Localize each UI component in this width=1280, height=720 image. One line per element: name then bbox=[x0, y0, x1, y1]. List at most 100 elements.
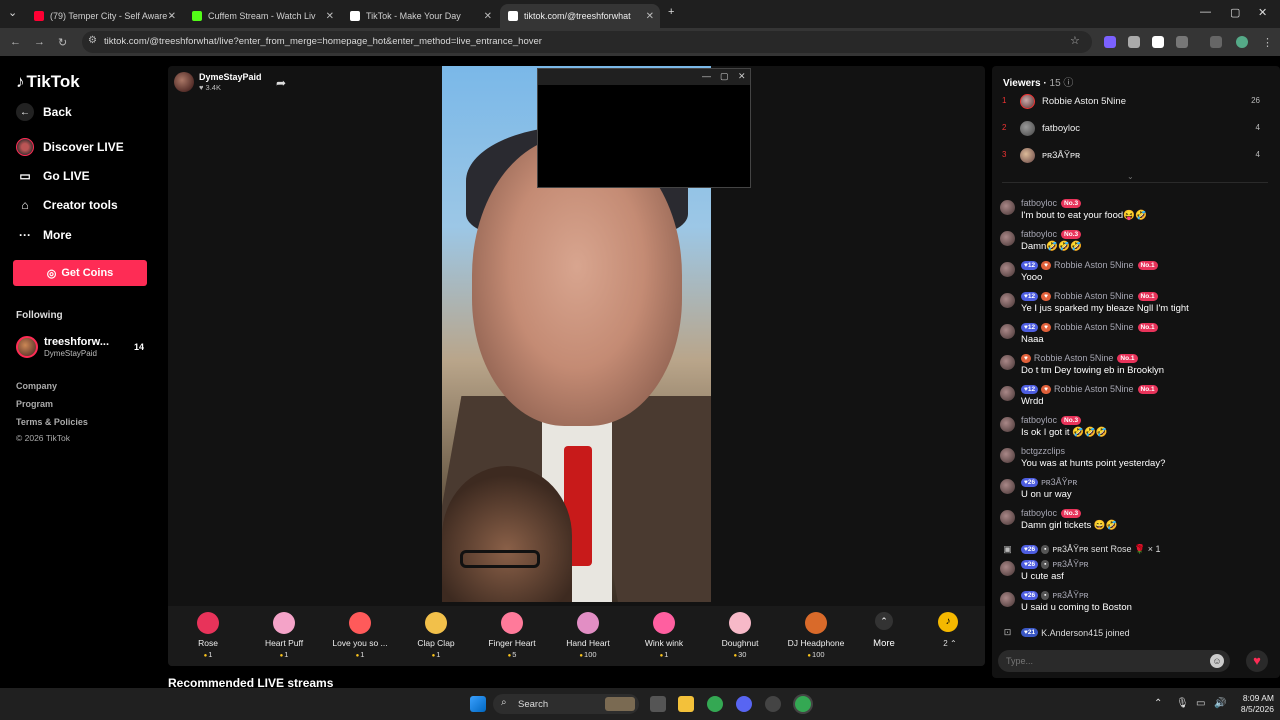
gift-heart-puff[interactable]: Heart Puff 1 bbox=[246, 612, 322, 664]
app-icon[interactable] bbox=[765, 696, 781, 712]
join-notification-text: K.Anderson415 joined bbox=[1041, 627, 1130, 638]
tab-title: TikTok - Make Your Day bbox=[366, 11, 461, 21]
tray-overflow-icon[interactable]: ⌃ bbox=[1154, 698, 1162, 709]
forward-arrow-icon[interactable]: → bbox=[34, 36, 45, 48]
browser-tab-4[interactable]: tiktok.com/@treeshforwhat ✕ bbox=[500, 4, 660, 28]
sidebar-item-go-live[interactable]: ▭ Go LIVE bbox=[16, 167, 89, 185]
chat-input-box[interactable]: ☺ bbox=[998, 650, 1230, 672]
more-gifts-button[interactable]: ⌃ More bbox=[868, 612, 900, 649]
rose-icon bbox=[197, 612, 219, 634]
tiktok-icon bbox=[508, 11, 518, 21]
viewer-row[interactable]: 2 fatboyloc 4 bbox=[1002, 120, 1268, 138]
puzzle-icon[interactable] bbox=[1176, 36, 1188, 48]
sidebar-item-discover-live[interactable]: Discover LIVE bbox=[16, 138, 124, 156]
taskbar-clock[interactable]: 8:09 AM 8/5/2026 bbox=[1228, 693, 1274, 715]
chat-message[interactable]: ♥12 ♥ Robbie Aston 5Nine No.1 Wrdd bbox=[1000, 384, 1270, 412]
close-window-icon[interactable]: ✕ bbox=[1258, 6, 1267, 19]
emoji-icon[interactable]: ☺ bbox=[1210, 654, 1224, 668]
close-tab-icon[interactable]: ✕ bbox=[484, 11, 492, 22]
taskbar-search[interactable]: ⌕ Search bbox=[493, 694, 639, 714]
sidebar-item-more[interactable]: ··· More bbox=[16, 226, 72, 244]
following-item[interactable]: treeshforw... DymeStayPaid 14 bbox=[16, 335, 150, 361]
info-icon[interactable]: ⓘ bbox=[1063, 78, 1073, 89]
share-icon[interactable]: ➦ bbox=[276, 76, 286, 90]
host-info[interactable]: DymeStayPaid ♥ 3.4K bbox=[174, 72, 262, 92]
browser-tab-3[interactable]: TikTok - Make Your Day ✕ bbox=[342, 4, 498, 28]
tab-search-icon[interactable]: ⌄ bbox=[8, 6, 17, 19]
viewer-score: 26 bbox=[1251, 96, 1260, 105]
bookmark-star-icon[interactable]: ☆ bbox=[1070, 34, 1080, 47]
media-icon[interactable] bbox=[1210, 36, 1222, 48]
chat-message[interactable]: fatboyloc No.3 I'm bout to eat your food😝🤣 bbox=[1000, 198, 1270, 226]
chat-input[interactable] bbox=[1006, 654, 1186, 668]
chat-message[interactable]: ♥12 ♥ Robbie Aston 5Nine No.1 Naaa bbox=[1000, 322, 1270, 350]
close-tab-icon[interactable]: ✕ bbox=[646, 11, 654, 22]
chat-message[interactable]: ♥26 ᴘʀ3ÅŸᴘʀ U on ur way bbox=[1000, 477, 1270, 505]
gift-wink-wink[interactable]: Wink wink 1 bbox=[626, 612, 702, 664]
kebab-menu-icon[interactable]: ⋮ bbox=[1262, 36, 1273, 49]
tiktok-logo[interactable]: ♪ TikTok bbox=[16, 72, 80, 92]
discord-icon[interactable] bbox=[736, 696, 752, 712]
network-icon[interactable]: ▭ bbox=[1196, 698, 1205, 709]
browser-tab-2[interactable]: Cuffem Stream - Watch Liv ✕ bbox=[184, 4, 340, 28]
gift-rose[interactable]: Rose 1 bbox=[170, 612, 246, 664]
close-icon[interactable]: ✕ bbox=[738, 71, 746, 82]
gift-love-you-so[interactable]: Love you so ... 1 bbox=[322, 612, 398, 664]
new-tab-icon[interactable]: + bbox=[668, 6, 674, 18]
chat-message[interactable]: bctgzzclips You was at hunts point yester… bbox=[1000, 446, 1270, 474]
footer-link-company[interactable]: Company bbox=[16, 381, 57, 391]
footer-link-terms[interactable]: Terms & Policies bbox=[16, 417, 88, 427]
extension-icon[interactable] bbox=[1152, 36, 1164, 48]
microphone-icon[interactable]: 🎙 bbox=[1176, 698, 1189, 709]
chat-message[interactable]: ♥26 ▪ ᴘʀ3ÅŸᴘʀ U cute asf bbox=[1000, 559, 1270, 587]
gift-hand-heart[interactable]: Hand Heart 100 bbox=[550, 612, 626, 664]
sidebar-item-creator-tools[interactable]: ⌂ Creator tools bbox=[16, 196, 117, 214]
floating-video-window[interactable]: — ▢ ✕ bbox=[537, 68, 751, 188]
coin-wallet-button[interactable]: ♪ 2 ⌃ bbox=[938, 612, 962, 648]
back-arrow-icon[interactable]: ← bbox=[10, 36, 21, 48]
back-button[interactable]: ← Back bbox=[16, 103, 72, 121]
close-tab-icon[interactable]: ✕ bbox=[168, 11, 176, 22]
like-heart-button[interactable]: ♥ bbox=[1246, 650, 1268, 672]
minimize-icon[interactable]: — bbox=[702, 71, 711, 81]
volume-icon[interactable]: 🔊 bbox=[1214, 698, 1226, 709]
chat-message[interactable]: ♥12 ♥ Robbie Aston 5Nine No.1 Ye I jus spark… bbox=[1000, 291, 1270, 319]
task-view-icon[interactable] bbox=[650, 696, 666, 712]
chrome-active-icon[interactable] bbox=[795, 696, 811, 712]
reload-icon[interactable]: ↻ bbox=[58, 36, 67, 49]
gift-finger-heart[interactable]: Finger Heart 5 bbox=[474, 612, 550, 664]
footer-link-program[interactable]: Program bbox=[16, 399, 53, 409]
windows-start-icon[interactable] bbox=[470, 696, 486, 712]
gift-clap-clap[interactable]: Clap Clap 1 bbox=[398, 612, 474, 664]
extension-icon[interactable] bbox=[1128, 36, 1140, 48]
chat-message[interactable]: ♥ Robbie Aston 5Nine No.1 Do t tm Dey towin… bbox=[1000, 353, 1270, 381]
viewer-row[interactable]: 1 Robbie Aston 5Nine 26 bbox=[1002, 93, 1268, 111]
gift-doughnut[interactable]: Doughnut 30 bbox=[702, 612, 778, 664]
minimize-icon[interactable]: — bbox=[1200, 6, 1211, 18]
heart-puff-icon bbox=[273, 612, 295, 634]
file-explorer-icon[interactable] bbox=[678, 696, 694, 712]
viewer-row[interactable]: 3 ᴘʀ3ÅŸᴘʀ 4 bbox=[1002, 147, 1268, 165]
popup-titlebar[interactable]: — ▢ ✕ bbox=[538, 69, 750, 85]
maximize-icon[interactable]: ▢ bbox=[720, 71, 729, 82]
chat-text: Ye I jus sparked my bleaze Ngll I'm tigh… bbox=[1021, 303, 1189, 314]
get-coins-button[interactable]: ◎ Get Coins bbox=[13, 260, 147, 286]
avatar bbox=[1000, 417, 1015, 432]
chat-message[interactable]: fatboyloc No.3 Damn🤣🤣🤣 bbox=[1000, 229, 1270, 257]
rank-badge: No.1 bbox=[1137, 322, 1158, 332]
chevron-down-icon[interactable]: ⌄ bbox=[1127, 172, 1134, 181]
close-tab-icon[interactable]: ✕ bbox=[326, 11, 334, 22]
chat-message[interactable]: ♥26 ▪ ᴘʀ3ÅŸᴘʀ U said u coming to Boston bbox=[1000, 590, 1270, 618]
site-info-icon[interactable]: ⚙ bbox=[88, 35, 97, 46]
address-bar[interactable]: ⚙ tiktok.com/@treeshforwhat/live?enter_f… bbox=[82, 31, 1092, 53]
chrome-icon[interactable] bbox=[707, 696, 723, 712]
gift-dj-headphone[interactable]: DJ Headphone 100 bbox=[778, 612, 854, 664]
browser-tab-1[interactable]: (79) Temper City - Self Aware - ✕ bbox=[26, 4, 182, 28]
fan-club-badge: ♥ bbox=[1041, 260, 1051, 270]
profile-avatar[interactable] bbox=[1236, 36, 1248, 48]
chat-message[interactable]: fatboyloc No.3 Is ok I got it 🤣🤣🤣 bbox=[1000, 415, 1270, 443]
extension-icon[interactable] bbox=[1104, 36, 1116, 48]
maximize-icon[interactable]: ▢ bbox=[1230, 6, 1240, 19]
chat-message[interactable]: ♥12 ♥ Robbie Aston 5Nine No.1 Yooo bbox=[1000, 260, 1270, 288]
chat-message[interactable]: fatboyloc No.3 Damn girl tickets 😄🤣 bbox=[1000, 508, 1270, 536]
